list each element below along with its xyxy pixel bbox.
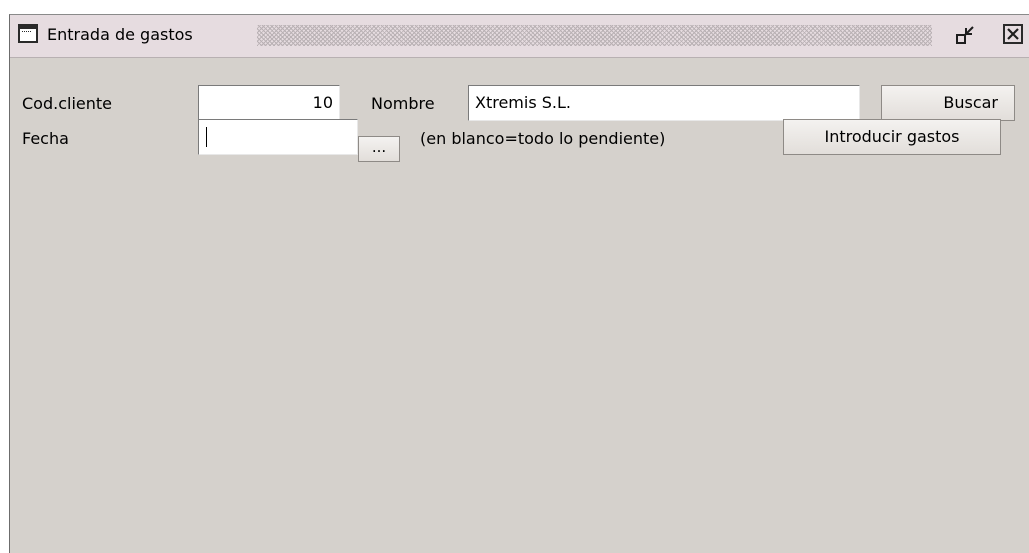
text-cursor <box>206 127 207 147</box>
fecha-field[interactable] <box>198 119 358 155</box>
fecha-hint: (en blanco=todo lo pendiente) <box>420 129 666 148</box>
title-bar[interactable]: Entrada de gastos <box>10 15 1029 58</box>
cod-cliente-label: Cod.cliente <box>22 94 112 113</box>
restore-icon[interactable] <box>955 24 977 46</box>
cod-cliente-field[interactable]: 10 <box>198 85 340 121</box>
entrada-de-gastos-window: Entrada de gastos Cod.cliente 10 Nombre … <box>9 14 1029 553</box>
close-icon[interactable] <box>1003 24 1023 44</box>
fecha-label: Fecha <box>22 129 69 148</box>
buscar-button[interactable]: Buscar <box>881 85 1015 121</box>
window-icon <box>18 24 38 43</box>
nombre-field[interactable]: Xtremis S.L. <box>468 85 860 121</box>
nombre-label: Nombre <box>371 94 435 113</box>
title-bar-texture <box>257 25 932 46</box>
introducir-gastos-button[interactable]: Introducir gastos <box>783 119 1001 155</box>
window-title: Entrada de gastos <box>47 25 193 44</box>
date-picker-button[interactable]: ... <box>358 136 400 162</box>
